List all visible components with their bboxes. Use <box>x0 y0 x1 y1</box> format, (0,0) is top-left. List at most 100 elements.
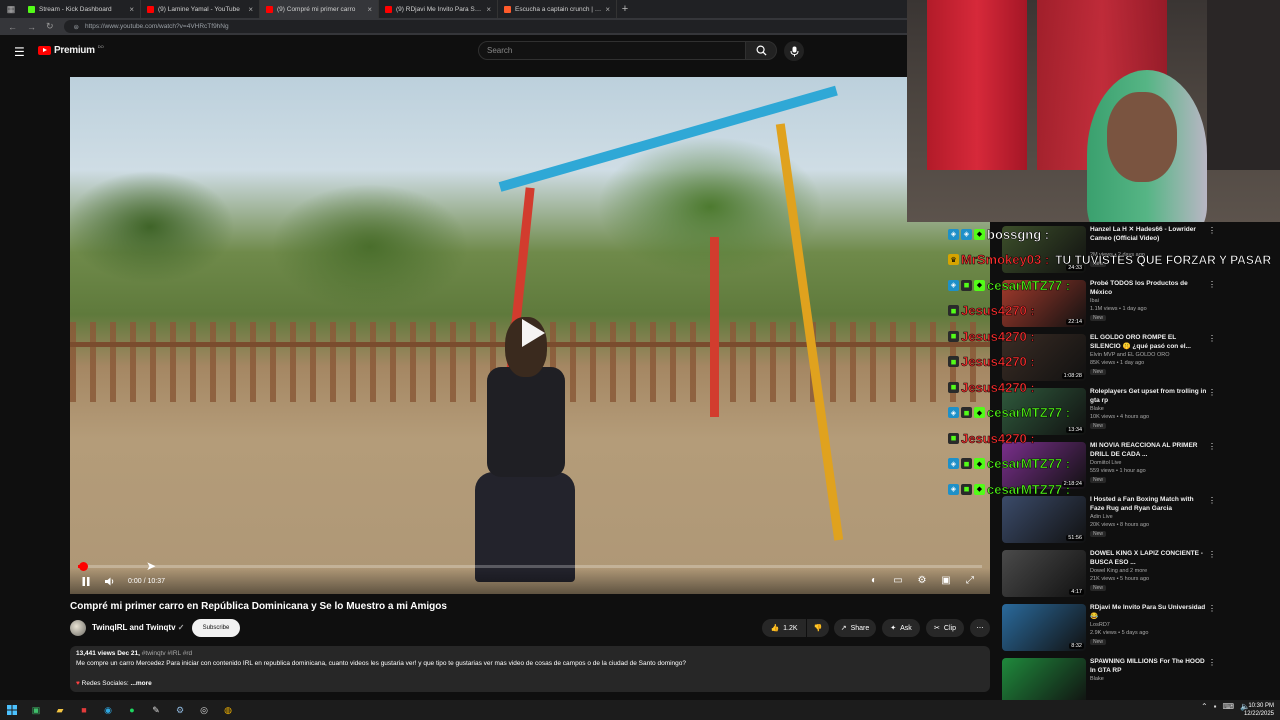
recommended-video[interactable]: 4:17 DOWEL KING X LAPIZ CONCIENTE - BUSCA… <box>1002 548 1272 598</box>
tab-close-icon[interactable]: × <box>129 5 134 14</box>
recommended-video-channel[interactable]: LosRD7 <box>1090 622 1110 628</box>
chat-badge-icon: ◈ <box>948 407 959 418</box>
browser-tab[interactable]: (9) Lamine Yamal - YouTube × <box>141 0 260 18</box>
video-player[interactable]: 0:00 / 10:37 ◐ ▭ ⚙ ▣ ⤢ <box>70 77 990 594</box>
tray-chevron-icon[interactable]: ⌃ <box>1201 702 1208 711</box>
more-vertical-icon[interactable]: ⋮ <box>1208 604 1216 613</box>
taskbar-steam-icon[interactable]: ⚙ <box>168 700 192 720</box>
site-info-icon[interactable]: ⊜ <box>74 23 79 31</box>
chat-username[interactable]: Jesus4270 : <box>961 430 1035 446</box>
autoplay-toggle[interactable]: ◐ <box>862 568 886 592</box>
taskbar-pen-icon[interactable]: ✎ <box>144 700 168 720</box>
fullscreen-button[interactable]: ⤢ <box>958 568 982 592</box>
recommended-video-channel[interactable]: Blake <box>1090 676 1104 682</box>
volume-button[interactable] <box>98 569 122 593</box>
menu-icon[interactable]: ☰ <box>14 45 25 59</box>
chat-username[interactable]: Jesus4270 : <box>961 354 1035 370</box>
video-thumbnail[interactable]: 4:17 <box>1002 550 1086 597</box>
like-button[interactable]: 👍 1.2K <box>762 619 806 637</box>
ask-button[interactable]: ✦ Ask <box>882 619 920 637</box>
recommended-video[interactable]: SPAWNING MILLIONS For The HOOD In GTA RP… <box>1002 656 1272 700</box>
more-vertical-icon[interactable]: ⋮ <box>1208 658 1216 667</box>
share-button[interactable]: ↗ Share <box>834 619 876 637</box>
chat-username[interactable]: cesarMTZ77 : <box>987 277 1071 293</box>
share-label: Share <box>850 624 870 632</box>
description-box[interactable]: 13,441 views Dec 21, #twinqtv #IRL #rd M… <box>70 646 990 692</box>
tab-close-icon[interactable]: × <box>248 5 253 14</box>
search-input[interactable]: Search <box>478 41 746 60</box>
hashtags[interactable]: #twinqtv #IRL #rd <box>142 650 192 657</box>
system-tray: ⌃ ▪ ⌨ 🔈 <box>1201 702 1250 711</box>
subscribe-button[interactable]: Subscribe <box>192 619 240 637</box>
thumbs-down-icon: 👎 <box>813 625 823 632</box>
taskbar-explorer-icon[interactable]: ▰ <box>48 700 72 720</box>
chat-username[interactable]: cesarMTZ77 : <box>987 405 1071 421</box>
start-button[interactable] <box>0 700 24 720</box>
chat-badge-icon: ◈ <box>948 279 959 291</box>
channel-name[interactable]: TwinqIRL and Twinqtv ✓ <box>92 623 184 632</box>
recommended-video[interactable]: 8:32 RDjavi Me Invito Para Su Universidad… <box>1002 602 1272 652</box>
tab-title: (9) Lamine Yamal - YouTube <box>158 5 240 13</box>
video-thumbnail[interactable]: 8:32 <box>1002 604 1086 651</box>
new-badge: New <box>1090 531 1107 537</box>
search-button[interactable] <box>745 41 777 60</box>
miniplayer-button[interactable]: ▣ <box>934 568 958 592</box>
chat-badge-icon: ◼ <box>948 356 959 367</box>
network-icon[interactable]: ⌨ <box>1222 702 1234 711</box>
reload-icon[interactable]: ↻ <box>46 21 54 32</box>
taskbar-clock[interactable]: 10:30 PM 12/22/2025 <box>1244 702 1274 718</box>
browser-tab[interactable]: (9) RDjavi Me Invito Para Su Univ... × <box>379 0 498 18</box>
taskbar-edge-icon[interactable]: ◉ <box>96 700 120 720</box>
subtitles-button[interactable]: ▭ <box>886 568 910 592</box>
channel-row: TwinqIRL and Twinqtv ✓ Subscribe 👍 1.2K 👎… <box>70 618 990 638</box>
taskbar-chrome-icon[interactable]: ◍ <box>216 700 240 720</box>
forward-icon[interactable]: → <box>27 22 36 32</box>
browser-tab[interactable]: Stream - Kick Dashboard × <box>22 0 141 18</box>
back-icon[interactable]: ← <box>8 22 17 32</box>
taskbar-app-red-icon[interactable]: ■ <box>72 700 96 720</box>
more-actions-button[interactable]: ⋯ <box>970 619 990 637</box>
browser-tab[interactable]: (9) Compré mi primer carro × <box>260 0 379 18</box>
chat-username[interactable]: Jesus4270 : <box>961 379 1035 395</box>
recommended-video-channel[interactable]: Adin Live <box>1090 514 1113 520</box>
recommended-video-title[interactable]: DOWEL KING X LAPIZ CONCIENTE - BUSCA ESO… <box>1090 550 1208 567</box>
tab-close-icon[interactable]: × <box>486 5 491 14</box>
chat-username[interactable]: Jesus4270 : <box>961 303 1035 319</box>
recommended-video-title[interactable]: SPAWNING MILLIONS For The HOOD In GTA RP <box>1090 658 1208 675</box>
settings-button[interactable]: ⚙ <box>910 568 934 592</box>
taskbar-spotify-icon[interactable]: ● <box>120 700 144 720</box>
chat-username[interactable]: cesarMTZ77 : <box>987 481 1071 497</box>
chrome-icon: ◍ <box>224 704 232 715</box>
tray-app-icon[interactable]: ▪ <box>1214 702 1217 711</box>
browser-icon: ◉ <box>104 704 112 715</box>
voice-search-button[interactable] <box>784 41 804 61</box>
scissors-icon: ✂ <box>934 625 940 632</box>
chat-username[interactable]: MrSmokey03 : <box>961 252 1050 268</box>
chat-username[interactable]: bossgng : <box>987 226 1050 242</box>
dislike-button[interactable]: 👎 <box>807 619 829 637</box>
play-overlay-icon[interactable] <box>513 315 549 351</box>
youtube-premium-logo[interactable]: Premium DO <box>38 44 104 56</box>
taskbar-monitor-icon[interactable]: ▣ <box>24 700 48 720</box>
channel-avatar[interactable] <box>70 620 86 636</box>
tab-title: Escucha a captain crunch | Disfrut... <box>515 5 601 13</box>
browser-tab[interactable]: Escucha a captain crunch | Disfrut... × <box>498 0 617 18</box>
clip-button[interactable]: ✂ Clip <box>926 619 964 637</box>
video-thumbnail[interactable] <box>1002 658 1086 700</box>
more-vertical-icon[interactable]: ⋮ <box>1208 550 1216 559</box>
window-menu-icon[interactable]: ▦ <box>0 0 22 18</box>
chat-badge-icon: ◈ <box>948 483 959 495</box>
tab-close-icon[interactable]: × <box>605 5 610 14</box>
chat-username[interactable]: Jesus4270 : <box>961 328 1035 344</box>
search-icon <box>756 45 767 56</box>
pause-button[interactable] <box>74 569 98 593</box>
chat-username[interactable]: cesarMTZ77 : <box>987 456 1071 472</box>
chat-badge-icon: ◼ <box>948 305 959 316</box>
new-tab-button[interactable]: + <box>617 3 633 15</box>
show-more-link[interactable]: ...more <box>130 680 151 687</box>
taskbar-obs-icon[interactable]: ◎ <box>192 700 216 720</box>
tab-close-icon[interactable]: × <box>367 5 372 14</box>
url-field[interactable]: ⊜ https://www.youtube.com/watch?v=4VHRcT… <box>63 20 924 33</box>
recommended-video-title[interactable]: RDjavi Me Invito Para Su Universidad 😂 <box>1090 604 1208 621</box>
recommended-video-channel[interactable]: Dowel King and 2 more <box>1090 568 1147 574</box>
